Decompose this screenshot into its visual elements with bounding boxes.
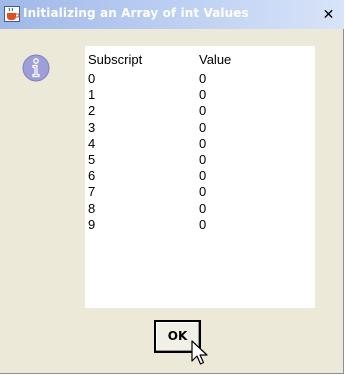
subscript-cell: 6 <box>88 168 96 184</box>
table-row: 50 <box>85 152 315 168</box>
table-row: 80 <box>85 201 315 217</box>
value-cell: 0 <box>199 168 207 184</box>
array-rows: 00 10 20 30 40 50 60 70 80 90 <box>85 71 315 233</box>
information-icon <box>22 54 50 82</box>
close-button[interactable]: ✕ <box>318 6 339 24</box>
subscript-cell: 4 <box>88 135 96 151</box>
subscript-cell: 0 <box>88 71 96 86</box>
value-cell: 0 <box>199 200 207 216</box>
table-row: 30 <box>85 120 315 136</box>
subscript-cell: 3 <box>88 119 96 135</box>
value-cell: 0 <box>199 71 207 86</box>
table-row: 90 <box>85 217 315 233</box>
output-text-area[interactable]: Subscript Value 00 10 20 30 40 50 60 70 … <box>85 46 315 308</box>
value-column-header: Value <box>199 52 232 67</box>
value-cell: 0 <box>199 216 207 232</box>
subscript-column-header: Subscript <box>88 52 143 67</box>
subscript-cell: 9 <box>88 216 96 232</box>
value-cell: 0 <box>199 103 207 119</box>
value-cell: 0 <box>199 119 207 135</box>
subscript-cell: 1 <box>88 87 96 103</box>
table-row: 40 <box>85 136 315 152</box>
table-row: 70 <box>85 184 315 200</box>
window-title: Initializing an Array of int Values <box>23 6 249 20</box>
table-row: 20 <box>85 103 315 119</box>
table-row: 10 <box>85 87 315 103</box>
value-cell: 0 <box>199 151 207 167</box>
java-cup-icon <box>4 6 20 22</box>
subscript-cell: 2 <box>88 103 96 119</box>
value-cell: 0 <box>199 87 207 103</box>
table-row: 60 <box>85 168 315 184</box>
value-cell: 0 <box>199 184 207 200</box>
title-bar[interactable]: Initializing an Array of int Values ✕ <box>0 0 344 29</box>
mouse-pointer-icon <box>191 340 208 365</box>
subscript-cell: 8 <box>88 200 96 216</box>
subscript-cell: 7 <box>88 184 96 200</box>
subscript-cell: 5 <box>88 151 96 167</box>
table-row: 00 <box>85 71 315 87</box>
message-dialog: Initializing an Array of int Values ✕ Su… <box>0 0 344 374</box>
value-cell: 0 <box>199 135 207 151</box>
